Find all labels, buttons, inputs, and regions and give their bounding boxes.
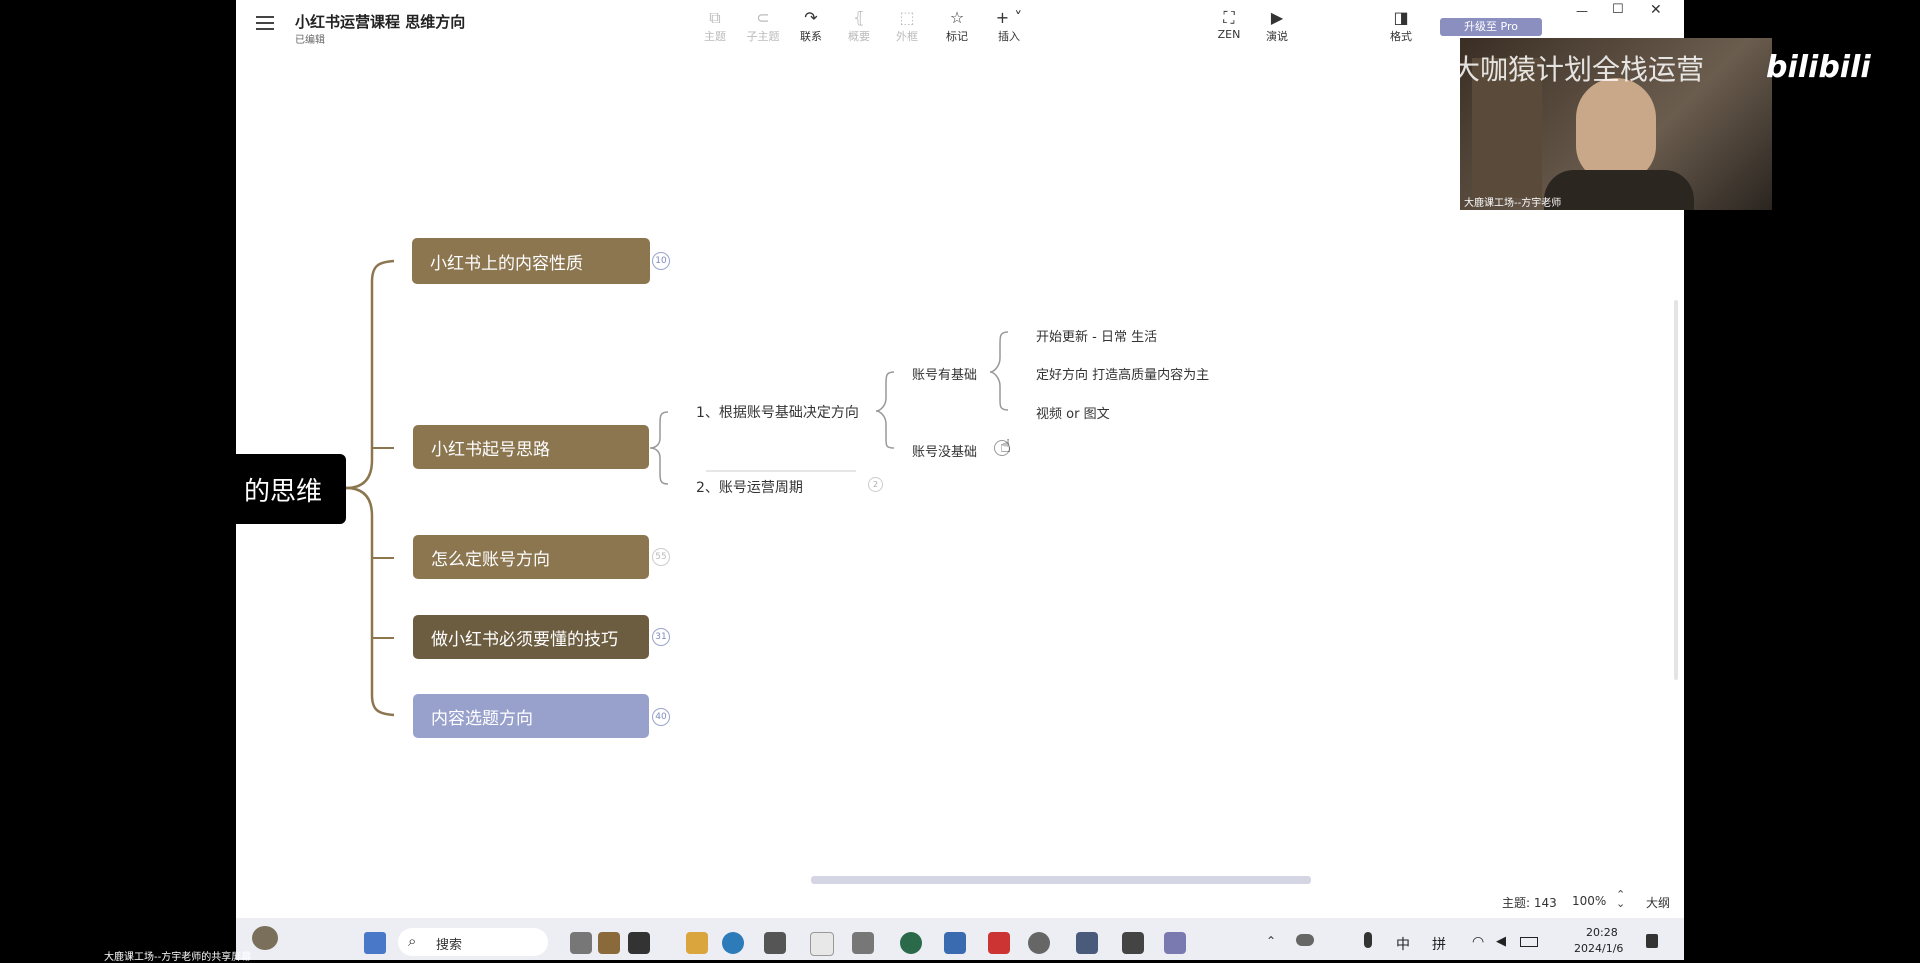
text-editor-icon[interactable]	[810, 932, 834, 956]
ime-language[interactable]: 中	[1396, 934, 1410, 954]
app-icon[interactable]	[900, 932, 922, 954]
leaf-quality-content[interactable]: 定好方向 打造高质量内容为主	[1036, 364, 1209, 383]
app-icon[interactable]	[628, 932, 650, 954]
app-icon[interactable]	[598, 932, 620, 954]
search-icon: ⌕	[408, 932, 417, 950]
app-icon[interactable]	[988, 932, 1010, 954]
topic-count-badge[interactable]: 55	[652, 548, 670, 566]
hand-cursor-icon: ☝	[1000, 436, 1011, 457]
app-icon[interactable]	[1028, 932, 1050, 954]
folder-icon[interactable]	[686, 932, 708, 954]
microphone-icon[interactable]	[1364, 932, 1372, 948]
app-icon[interactable]	[570, 932, 592, 954]
start-button-icon[interactable]	[364, 932, 386, 954]
presenter-body	[1544, 170, 1694, 210]
topic-count-badge[interactable]: 10	[652, 252, 670, 270]
topic-account-launch[interactable]: 小红书起号思路	[413, 425, 649, 469]
branch-no-base[interactable]: 账号没基础	[912, 441, 977, 460]
root-topic-label: 的思维	[243, 476, 322, 507]
topic-count: 主题: 143	[1502, 896, 1557, 910]
topic-content-nature[interactable]: 小红书上的内容性质	[412, 238, 650, 284]
notification-icon[interactable]	[1646, 934, 1658, 948]
topic-must-know-tips[interactable]: 做小红书必须要懂的技巧	[413, 615, 649, 659]
topic-count-badge[interactable]: 31	[652, 628, 670, 646]
tray-chevron-icon[interactable]: ⌃	[1266, 934, 1276, 948]
taskbar-search-label: 搜索	[436, 938, 463, 953]
clock-date[interactable]: 2024/1/6	[1574, 942, 1623, 955]
zoom-level[interactable]: 100%	[1572, 894, 1606, 908]
subtopic-count-badge[interactable]: 2	[868, 477, 883, 492]
topic-account-direction[interactable]: 怎么定账号方向	[413, 535, 649, 579]
app-icon[interactable]	[944, 932, 966, 954]
channel-watermark: 大咖猿计划全栈运营	[1452, 53, 1705, 86]
leaf-start-updating[interactable]: 开始更新 - 日常 生活	[1036, 326, 1157, 345]
topic-count-badge[interactable]: 40	[652, 708, 670, 726]
bilibili-logo: bilibili	[1766, 50, 1871, 85]
subtopic-decide-by-base[interactable]: 1、根据账号基础决定方向	[696, 402, 859, 422]
outline-button[interactable]: 大纲	[1646, 894, 1670, 911]
subtopic-operation-cycle[interactable]: 2、账号运营周期	[696, 477, 803, 497]
battery-icon[interactable]	[1520, 937, 1538, 947]
screen-share-caption: 大鹿课工场--方宇老师的共享屏幕	[104, 952, 252, 963]
presenter-face	[1576, 78, 1656, 182]
weather-widget-icon[interactable]	[252, 926, 278, 950]
zoom-stepper-icon[interactable]: ⌃ ⌄	[1616, 889, 1625, 909]
wifi-icon[interactable]: ◠	[1472, 934, 1484, 950]
speaker-icon[interactable]: ◀	[1496, 934, 1506, 949]
cloud-icon	[1296, 934, 1314, 946]
app-icon[interactable]	[764, 932, 786, 954]
webcam-caption: 大鹿课工场--方宇老师	[1464, 198, 1562, 209]
upgrade-pro-button[interactable]: 升级至 Pro	[1440, 18, 1542, 36]
app-icon[interactable]	[852, 932, 874, 954]
ime-mode[interactable]: 拼	[1432, 934, 1446, 954]
app-icon[interactable]	[1076, 932, 1098, 954]
mindmap-app-icon[interactable]	[1164, 932, 1186, 954]
edge-browser-icon[interactable]	[722, 932, 744, 954]
taskbar-search[interactable]: ⌕ 搜索	[398, 928, 548, 956]
topic-content-selection[interactable]: 内容选题方向	[413, 694, 649, 738]
root-topic[interactable]: 的思维	[236, 454, 346, 524]
clock-time[interactable]: 20:28	[1586, 926, 1618, 939]
leaf-video-or-image[interactable]: 视频 or 图文	[1036, 403, 1110, 422]
app-icon[interactable]	[1122, 932, 1144, 954]
branch-has-base[interactable]: 账号有基础	[912, 364, 977, 383]
horizontal-scrollbar[interactable]	[811, 876, 1311, 884]
